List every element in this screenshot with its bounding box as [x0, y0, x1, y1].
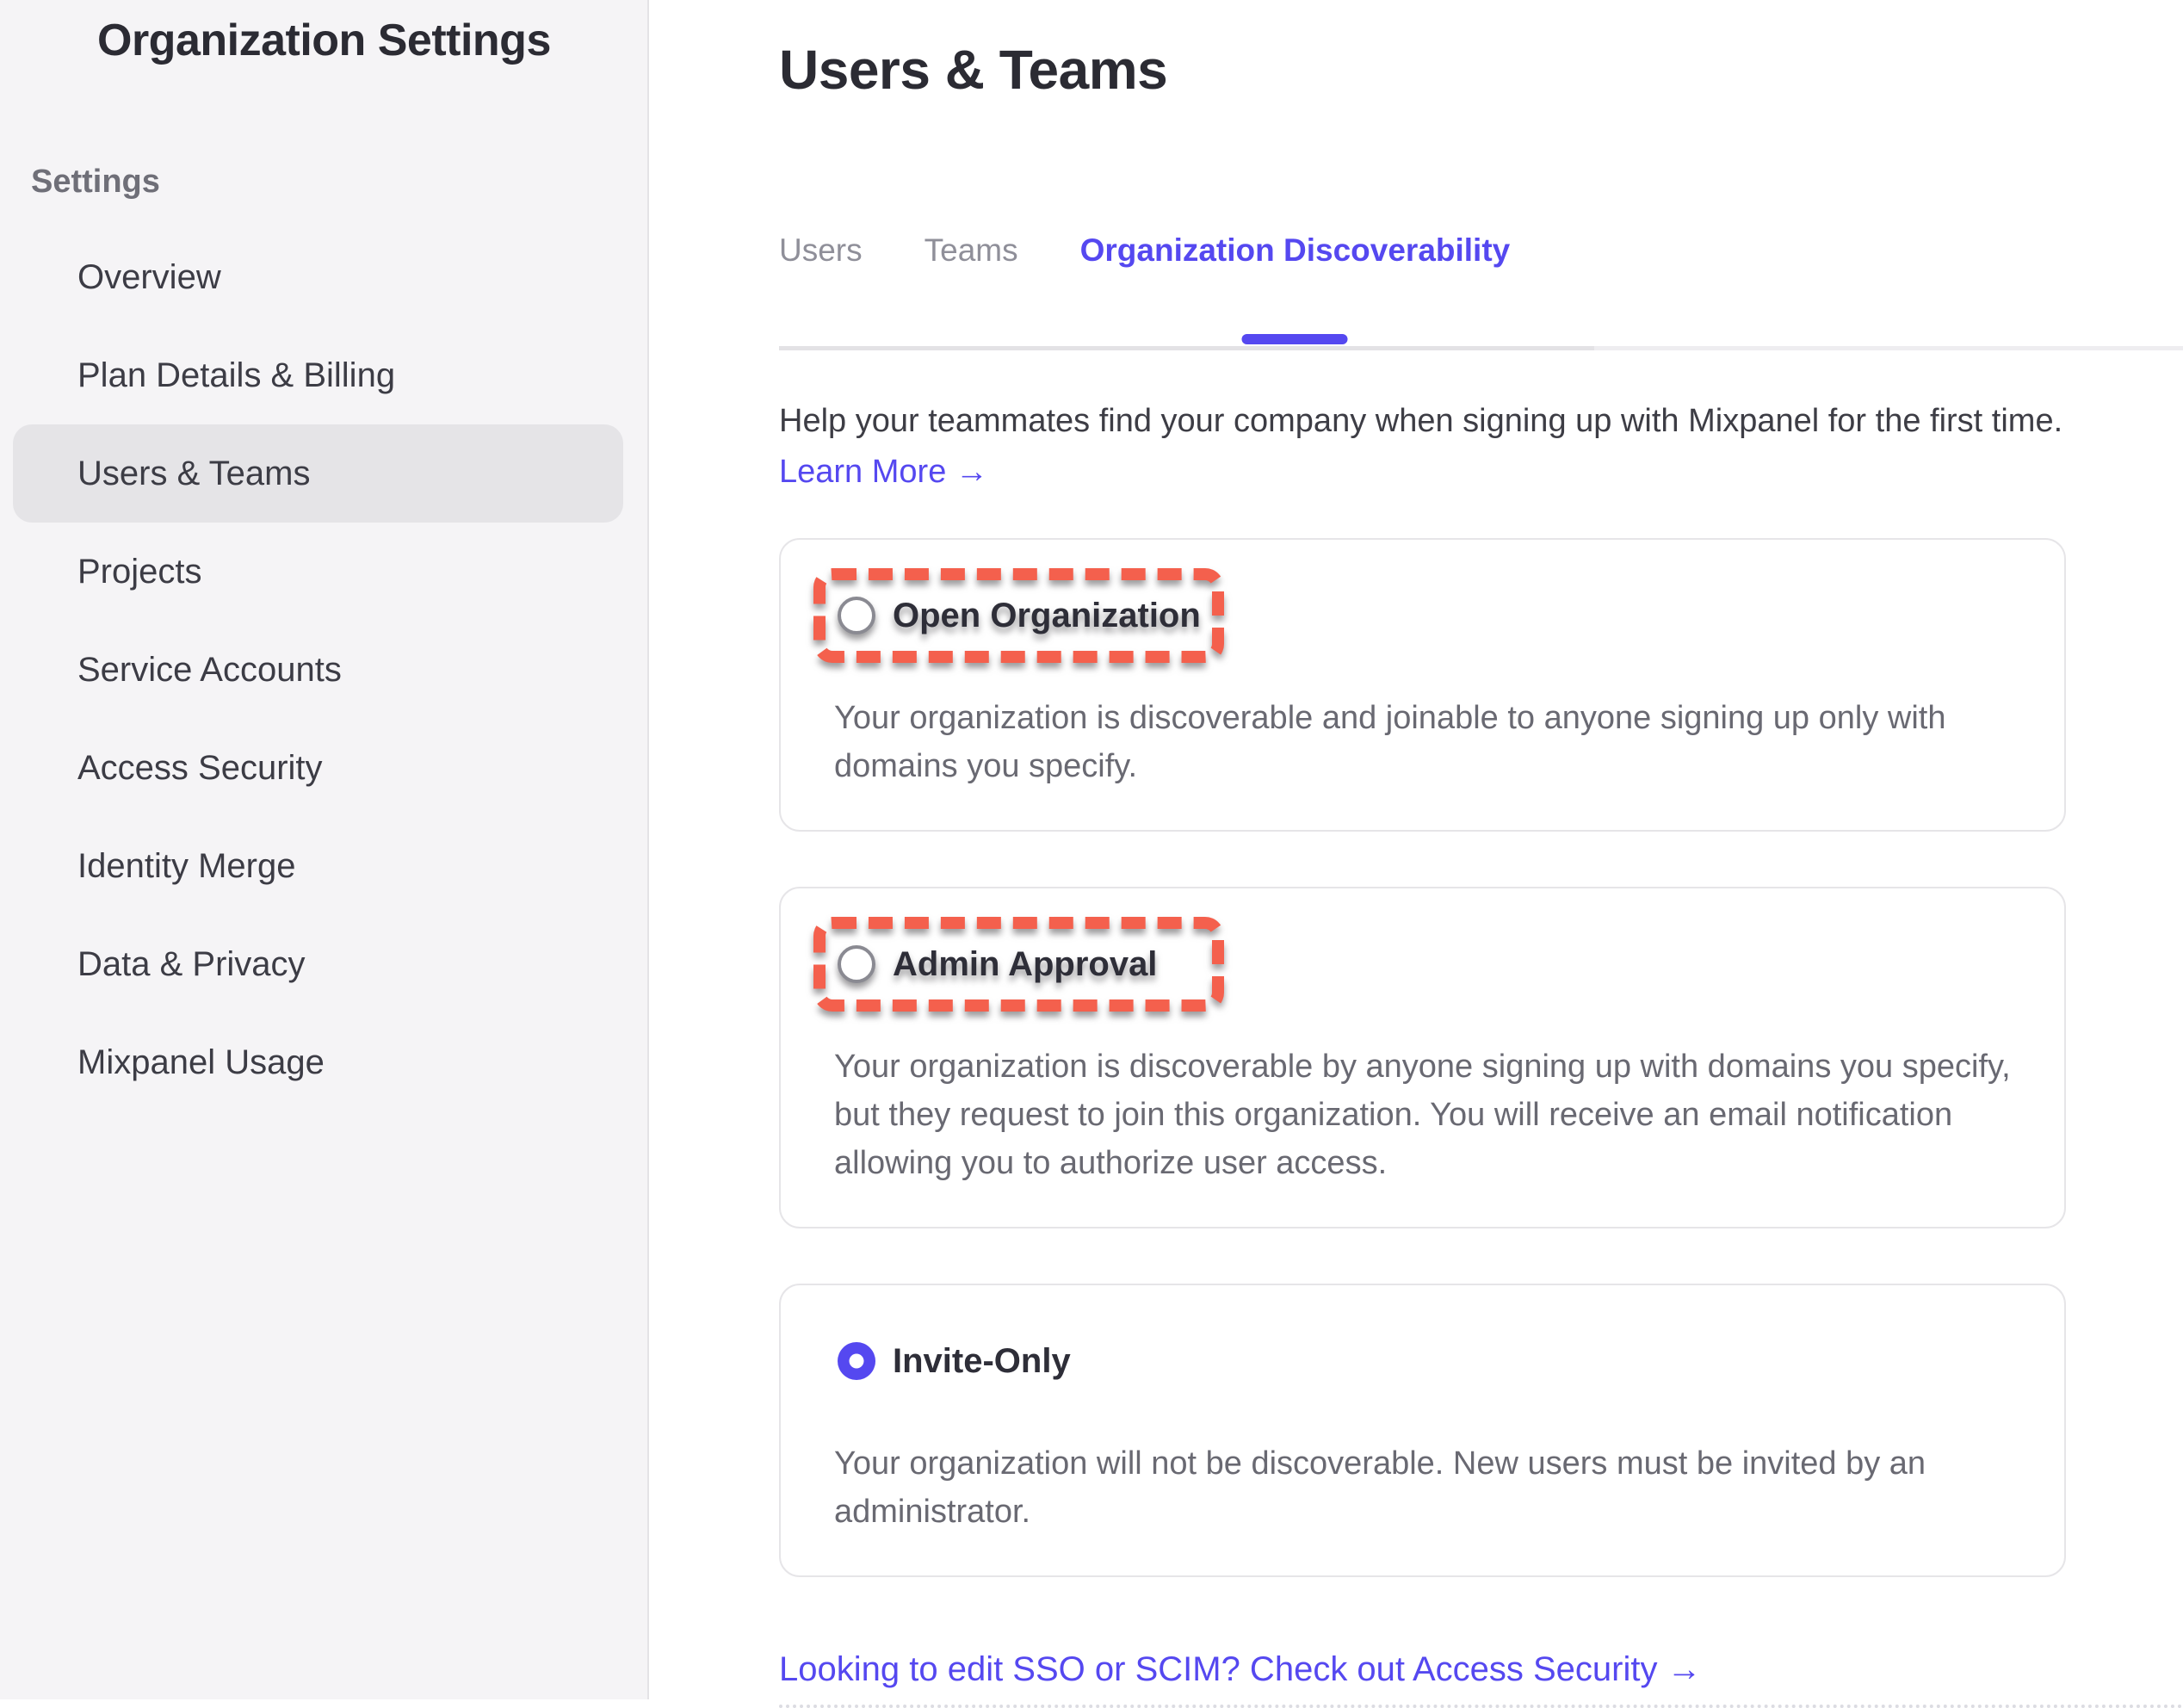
- sidebar-item-plan-details-billing[interactable]: Plan Details & Billing: [13, 326, 623, 424]
- tab-users-label: Users: [779, 232, 863, 268]
- tab-teams[interactable]: Teams: [925, 231, 1018, 270]
- sidebar-item-mixpanel-usage[interactable]: Mixpanel Usage: [13, 1013, 623, 1111]
- arrow-right-icon: →: [1667, 1650, 1702, 1688]
- access-security-link-label: Looking to edit SSO or SCIM? Check out A…: [779, 1650, 1657, 1688]
- tab-organization-discoverability-label: Organization Discoverability: [1080, 232, 1511, 268]
- radio-open-organization[interactable]: [838, 597, 875, 634]
- sidebar-title: Organization Settings: [0, 14, 647, 67]
- option-label-admin-approval: Admin Approval: [893, 945, 1157, 984]
- sidebar-item-data-privacy[interactable]: Data & Privacy: [13, 915, 623, 1013]
- option-description-open-organization: Your organization is discoverable and jo…: [834, 694, 2013, 790]
- sidebar-item-projects[interactable]: Projects: [13, 523, 623, 621]
- main-content: Users & Teams Users Teams Organization D…: [649, 0, 2183, 1699]
- tab-teams-label: Teams: [925, 232, 1018, 268]
- sidebar-item-identity-merge[interactable]: Identity Merge: [13, 817, 623, 915]
- option-label-invite-only: Invite-Only: [893, 1342, 1071, 1381]
- page-title: Users & Teams: [779, 38, 2183, 102]
- bottom-divider: [779, 1705, 2183, 1708]
- learn-more-label: Learn More: [779, 454, 946, 490]
- option-description-invite-only: Your organization will not be discoverab…: [834, 1439, 2013, 1536]
- option-description-admin-approval: Your organization is discoverable by any…: [834, 1043, 2013, 1187]
- sidebar-nav: Overview Plan Details & Billing Users & …: [0, 228, 647, 1111]
- option-label-open-organization: Open Organization: [893, 597, 1201, 635]
- option-card-open-organization: Open Organization Your organization is d…: [779, 538, 2066, 832]
- option-row-invite-only[interactable]: Invite-Only: [813, 1314, 2013, 1408]
- intro-text: Help your teammates find your company wh…: [779, 399, 2183, 444]
- arrow-right-icon: →: [955, 454, 988, 490]
- sidebar-item-access-security[interactable]: Access Security: [13, 719, 623, 817]
- tab-users[interactable]: Users: [779, 231, 863, 270]
- sidebar-item-service-accounts[interactable]: Service Accounts: [13, 621, 623, 719]
- tab-bar: Users Teams Organization Discoverability: [779, 231, 2183, 350]
- option-row-open-organization[interactable]: Open Organization: [813, 568, 1224, 663]
- tab-organization-discoverability[interactable]: Organization Discoverability: [1080, 231, 1511, 270]
- radio-admin-approval[interactable]: [838, 945, 875, 983]
- sidebar-item-overview[interactable]: Overview: [13, 228, 623, 326]
- sidebar-section-settings: Settings: [0, 164, 647, 201]
- radio-invite-only[interactable]: [838, 1342, 875, 1380]
- option-card-invite-only: Invite-Only Your organization will not b…: [779, 1284, 2066, 1577]
- sidebar: Organization Settings Settings Overview …: [0, 0, 649, 1699]
- option-row-admin-approval[interactable]: Admin Approval: [813, 917, 1224, 1012]
- learn-more-link[interactable]: Learn More →: [779, 449, 988, 495]
- active-tab-indicator: [1242, 334, 1348, 344]
- access-security-link[interactable]: Looking to edit SSO or SCIM? Check out A…: [779, 1648, 1702, 1691]
- sidebar-item-users-teams[interactable]: Users & Teams: [13, 424, 623, 523]
- option-card-admin-approval: Admin Approval Your organization is disc…: [779, 887, 2066, 1228]
